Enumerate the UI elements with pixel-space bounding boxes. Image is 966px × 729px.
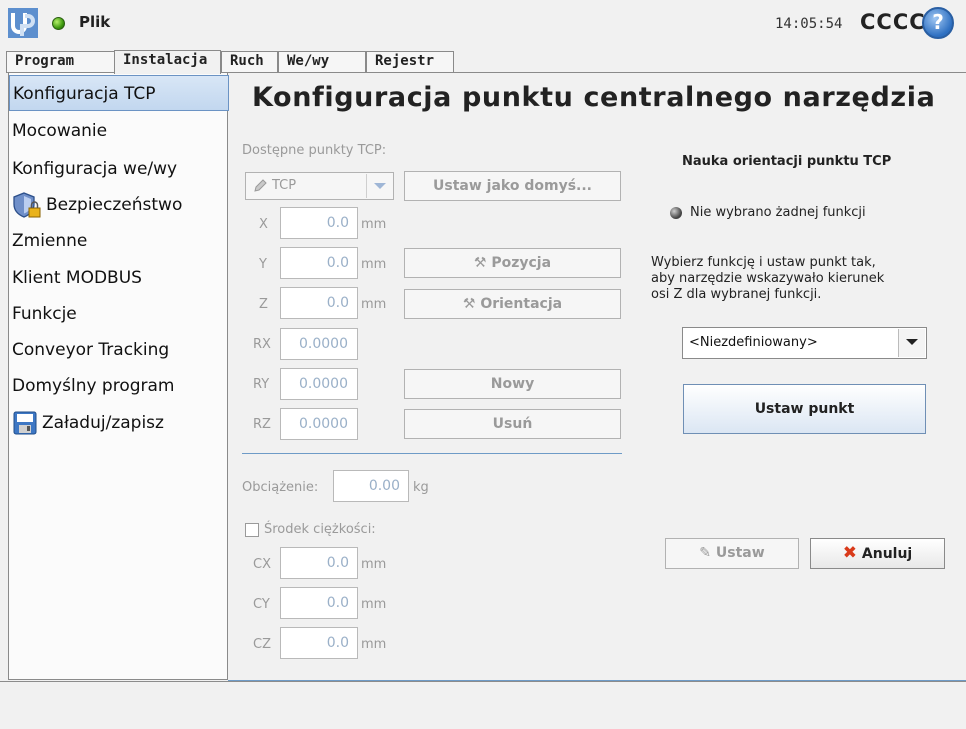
chevron-down-icon	[906, 339, 918, 345]
robot-name: CCCC	[860, 10, 926, 34]
z-field[interactable]: 0.0	[280, 287, 358, 319]
cancel-button-label: Anuluj	[861, 546, 913, 562]
instruction-line: aby narzędzie wskazywało kierunek	[651, 271, 885, 286]
cz-field[interactable]: 0.0	[280, 627, 358, 659]
sidebar-item-default-program[interactable]: Domyślny program	[9, 368, 229, 404]
set-point-button[interactable]: Ustaw punkt	[683, 384, 926, 434]
cy-unit: mm	[361, 597, 387, 612]
sidebar-item-conveyor-tracking[interactable]: Conveyor Tracking	[9, 332, 229, 368]
cz-label: CZ	[253, 637, 271, 652]
tab-move[interactable]: Ruch	[221, 51, 278, 72]
payload-field[interactable]: 0.00	[333, 470, 409, 502]
ur-logo-icon	[8, 8, 38, 38]
position-button[interactable]: ⚒ Pozycja	[404, 248, 621, 278]
sidebar-item-label: Konfiguracja TCP	[13, 84, 156, 104]
tab-log[interactable]: Rejestr	[366, 51, 454, 72]
cy-field[interactable]: 0.0	[280, 587, 358, 619]
help-button[interactable]: ?	[922, 7, 954, 39]
apply-button[interactable]: ✎ Ustaw	[665, 538, 799, 569]
status-dot-icon	[670, 207, 682, 219]
robot-status-icon	[52, 17, 65, 30]
instruction-line: Wybierz funkcję i ustaw punkt tak,	[651, 255, 876, 270]
cz-unit: mm	[361, 637, 387, 652]
x-unit: mm	[361, 217, 387, 232]
save-disk-icon	[13, 411, 37, 435]
tcp-select-value: TCP	[272, 178, 297, 193]
sidebar-item-safety[interactable]: Bezpieczeństwo	[9, 187, 229, 223]
sidebar-item-variables[interactable]: Zmienne	[9, 223, 229, 259]
ry-field[interactable]: 0.0000	[280, 368, 358, 400]
rx-label: RX	[253, 337, 271, 352]
set-default-button[interactable]: Ustaw jako domyś...	[404, 171, 621, 201]
sidebar-item-label: Funkcje	[12, 304, 77, 324]
rx-field[interactable]: 0.0000	[280, 328, 358, 360]
sidebar-item-label: Mocowanie	[12, 121, 108, 141]
chevron-down-icon	[374, 183, 386, 189]
tab-io[interactable]: We/wy	[278, 51, 366, 72]
file-menu[interactable]: Plik	[79, 13, 110, 31]
z-label: Z	[259, 297, 268, 312]
wrench-icon: ⚒	[473, 255, 492, 271]
cog-checkbox[interactable]	[245, 523, 259, 537]
sidebar-item-load-save[interactable]: Załaduj/zapisz	[9, 405, 229, 441]
y-unit: mm	[361, 257, 387, 272]
payload-unit: kg	[413, 480, 429, 495]
wrench-icon: ⚒	[462, 296, 481, 312]
cx-field[interactable]: 0.0	[280, 547, 358, 579]
y-label: Y	[259, 257, 267, 272]
top-bar: Plik 14:05:54 CCCC ?	[0, 0, 966, 46]
sidebar-item-label: Domyślny program	[12, 376, 175, 396]
sidebar: Konfiguracja TCP Mocowanie Konfiguracja …	[8, 73, 229, 680]
feature-select-value: <Niezdefiniowany>	[689, 335, 818, 350]
delete-tcp-button[interactable]: Usuń	[404, 409, 621, 439]
sidebar-item-label: Klient MODBUS	[12, 268, 142, 288]
apply-button-label: Ustaw	[715, 545, 765, 561]
tab-program[interactable]: Program	[6, 51, 116, 72]
sidebar-item-io-config[interactable]: Konfiguracja we/wy	[9, 151, 229, 187]
pencil-icon: ✎	[699, 545, 716, 561]
cy-label: CY	[253, 597, 270, 612]
sidebar-item-label: Zmienne	[12, 231, 88, 251]
section-divider	[242, 453, 622, 454]
instruction-line: osi Z dla wybranej funkcji.	[651, 287, 822, 302]
sidebar-item-label: Bezpieczeństwo	[46, 195, 183, 215]
sidebar-item-modbus[interactable]: Klient MODBUS	[9, 260, 229, 296]
payload-label: Obciążenie:	[242, 480, 319, 495]
feature-select-arrow[interactable]	[898, 329, 925, 357]
feature-status: Nie wybrano żadnej funkcji	[690, 205, 866, 220]
feature-select[interactable]: <Niezdefiniowany>	[682, 327, 927, 359]
instructions: Wybierz funkcję i ustaw punkt tak, aby n…	[651, 255, 884, 303]
new-tcp-button[interactable]: Nowy	[404, 369, 621, 399]
bottom-bar	[0, 681, 966, 729]
position-button-label: Pozycja	[491, 255, 552, 271]
orientation-button-label: Orientacja	[480, 296, 563, 312]
orientation-teach-title: Nauka orientacji punktu TCP	[682, 154, 892, 169]
page-title: Konfiguracja punktu centralnego narzędzi…	[252, 82, 936, 113]
x-label: X	[259, 217, 268, 232]
sidebar-item-label: Conveyor Tracking	[12, 340, 170, 360]
clock: 14:05:54	[775, 16, 843, 32]
tcp-select-arrow[interactable]	[366, 174, 392, 198]
tab-installation[interactable]: Instalacja	[114, 50, 221, 74]
sidebar-item-label: Konfiguracja we/wy	[12, 159, 178, 179]
close-icon: ✖	[842, 543, 858, 563]
sidebar-item-mounting[interactable]: Mocowanie	[9, 113, 229, 149]
orientation-button[interactable]: ⚒ Orientacja	[404, 289, 621, 319]
pencil-icon	[254, 179, 267, 192]
sidebar-item-tcp-config[interactable]: Konfiguracja TCP	[9, 75, 229, 111]
sidebar-item-features[interactable]: Funkcje	[9, 296, 229, 332]
cx-label: CX	[253, 557, 271, 572]
shield-lock-icon	[13, 192, 41, 218]
sidebar-item-label: Załaduj/zapisz	[42, 413, 164, 433]
cog-label: Środek ciężkości:	[264, 522, 376, 537]
ry-label: RY	[253, 377, 270, 392]
cancel-button[interactable]: ✖ Anuluj	[810, 538, 945, 569]
rz-label: RZ	[253, 417, 271, 432]
y-field[interactable]: 0.0	[280, 247, 358, 279]
available-tcp-label: Dostępne punkty TCP:	[242, 143, 387, 158]
x-field[interactable]: 0.0	[280, 207, 358, 239]
z-unit: mm	[361, 297, 387, 312]
cx-unit: mm	[361, 557, 387, 572]
rz-field[interactable]: 0.0000	[280, 408, 358, 440]
